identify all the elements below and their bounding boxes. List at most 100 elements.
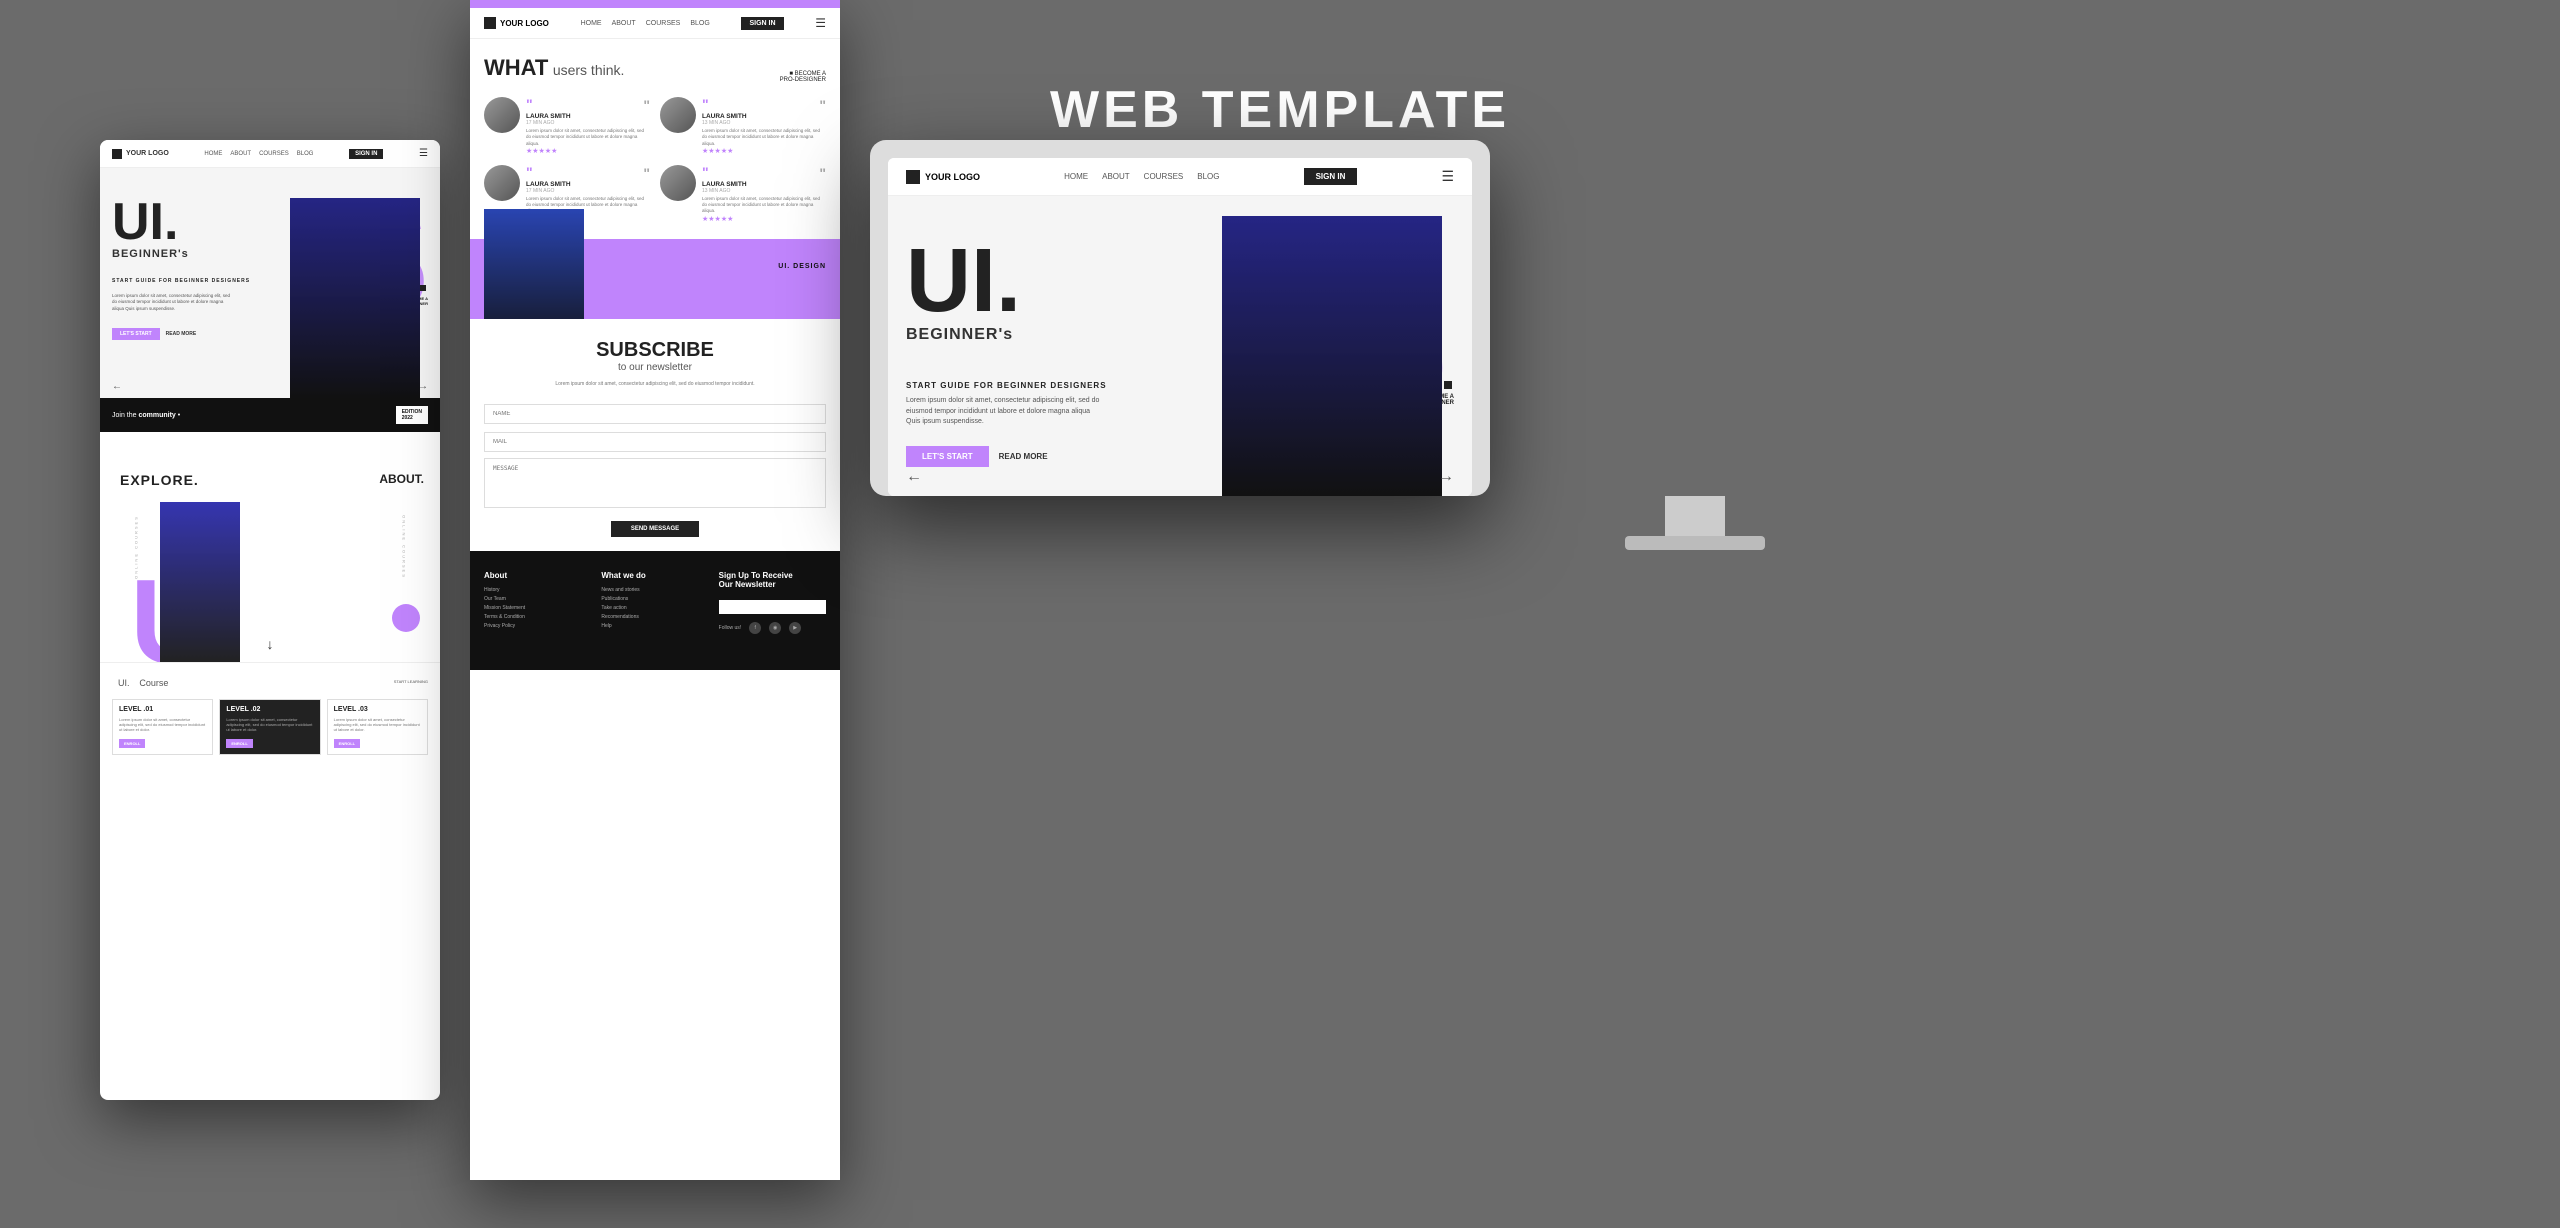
browser-section-header: WHAT users think. ■ BECOME APRO-DESIGNER [484, 55, 826, 83]
mobile-signin-button[interactable]: SIGN IN [349, 149, 383, 159]
browser-testimonial-1-avatar-img [484, 97, 520, 133]
browser-nav-about[interactable]: ABOUT [612, 20, 636, 27]
mobile-community-bar: Join the community • EDITION 2022 [100, 398, 440, 432]
browser-facebook-icon[interactable]: f [749, 622, 761, 634]
mobile-figure [290, 198, 420, 398]
mobile-nav-home[interactable]: HOME [204, 151, 222, 157]
browser-subscribe-desc: Lorem ipsum dolor sit amet, consectetur … [484, 381, 826, 388]
browser-t4-quote-open: " [702, 165, 709, 181]
browser-footer: About HistoryOur TeamMission StatementTe… [470, 551, 840, 670]
browser-footer-about: About HistoryOur TeamMission StatementTe… [484, 571, 591, 634]
browser-hamburger-icon[interactable]: ☰ [815, 16, 826, 30]
browser-t1-text: Lorem ipsum dolor sit amet, consectetur … [526, 128, 650, 147]
monitor-arrow-right-icon[interactable]: → [1438, 468, 1454, 486]
browser-testimonial-1-avatar [484, 97, 520, 133]
mobile-level-3-btn[interactable]: ENROLL [334, 739, 360, 748]
browser-t1-quote-open: " [526, 97, 533, 113]
mobile-nav-courses[interactable]: COURSES [259, 151, 289, 157]
mobile-figure-image [290, 198, 420, 398]
monitor-arrows: ← → [888, 468, 1472, 486]
browser-nav-blog[interactable]: BLOG [690, 20, 709, 27]
monitor-nav-courses[interactable]: COURSES [1144, 172, 1184, 181]
mobile-nav: YOUR LOGO HOME ABOUT COURSES BLOG SIGN I… [100, 140, 440, 168]
monitor-figure [1222, 216, 1442, 496]
mobile-explore-circle [392, 604, 420, 632]
browser-testimonial-1: " " LAURA SMITH 17 MIN AGO Lorem ipsum d… [484, 97, 650, 155]
mobile-hero-buttons: LET'S START READ MORE [112, 328, 196, 340]
browser-testimonial-4-content: " " LAURA SMITH 13 MIN AGO Lorem ipsum d… [660, 165, 826, 223]
monitor-beginner: BEGINNER's [906, 326, 1021, 344]
mobile-arrow-right-icon[interactable]: → [418, 381, 428, 392]
monitor-screen: YOUR LOGO HOME ABOUT COURSES BLOG SIGN I… [888, 158, 1472, 496]
monitor-start-button[interactable]: LET'S START [906, 446, 989, 467]
mobile-start-button[interactable]: LET'S START [112, 328, 160, 340]
browser-subscribe-section: SUBSCRIBE to our newsletter Lorem ipsum … [470, 319, 840, 551]
browser-mail-input[interactable] [484, 432, 826, 452]
browser-t3-quote-open: " [526, 165, 533, 181]
browser-newsletter-input[interactable] [719, 600, 826, 614]
mobile-nav-links: HOME ABOUT COURSES BLOG [204, 151, 313, 157]
browser-logo-text: YOUR LOGO [500, 19, 549, 28]
browser-t4-name: LAURA SMITH [702, 181, 826, 188]
mobile-level-1-title: LEVEL .01 [119, 706, 206, 713]
mobile-level-card-2: LEVEL .02 Lorem ipsum dolor sit amet, co… [219, 699, 320, 755]
browser-t2-quote-open: " [702, 97, 709, 113]
browser-footer-what-title: What we do [601, 571, 708, 580]
mobile-level-card-3: LEVEL .03 Lorem ipsum dolor sit amet, co… [327, 699, 428, 755]
browser-youtube-icon[interactable]: ▶ [789, 622, 801, 634]
browser-nav-home[interactable]: HOME [581, 20, 602, 27]
mobile-courses-section: UI. Course START LEARNING LEVEL .01 Lore… [100, 662, 440, 765]
monitor-nav-links: HOME ABOUT COURSES BLOG [1064, 172, 1219, 181]
monitor-nav-about[interactable]: ABOUT [1102, 172, 1130, 181]
browser-testimonial-1-content: " " LAURA SMITH 17 MIN AGO Lorem ipsum d… [484, 97, 650, 155]
mobile-read-button[interactable]: READ MORE [166, 331, 197, 337]
mobile-logo: YOUR LOGO [112, 149, 169, 159]
browser-signin-button[interactable]: SIGN IN [741, 17, 783, 30]
monitor-nav-blog[interactable]: BLOG [1197, 172, 1219, 181]
mobile-hamburger-icon[interactable]: ☰ [419, 148, 428, 159]
monitor-signin-button[interactable]: SIGN IN [1304, 168, 1358, 185]
page-title: WEB TEMPLATE [1050, 80, 1510, 140]
browser-send-button[interactable]: SEND MESSAGE [611, 521, 699, 537]
browser-testimonial-2-avatar-img [660, 97, 696, 133]
monitor-hamburger-icon[interactable]: ☰ [1441, 168, 1454, 185]
browser-t3-time: 17 MIN AGO [526, 188, 650, 194]
browser-footer-whatwedo: What we do News and storiesPublicationsT… [601, 571, 708, 634]
monitor-read-button[interactable]: READ MORE [999, 452, 1048, 461]
browser-testimonial-1-body: " " LAURA SMITH 17 MIN AGO Lorem ipsum d… [526, 97, 650, 155]
browser-nav-courses[interactable]: COURSES [646, 20, 681, 27]
mobile-level-1-btn[interactable]: ENROLL [119, 739, 145, 748]
browser-what-bold: WHAT [484, 55, 548, 80]
browser-testimonial-4-avatar [660, 165, 696, 201]
monitor-stand [1665, 496, 1725, 536]
mobile-level-card-1: LEVEL .01 Lorem ipsum dolor sit amet, co… [112, 699, 213, 755]
monitor-body: YOUR LOGO HOME ABOUT COURSES BLOG SIGN I… [870, 140, 1490, 496]
mobile-become-icon [420, 285, 426, 291]
mobile-nav-blog[interactable]: BLOG [297, 151, 314, 157]
browser-band-text: UI. DESIGN [778, 263, 826, 270]
browser-what-sub: users think. [553, 62, 625, 78]
browser-name-input[interactable] [484, 404, 826, 424]
monitor-ui-big: UI. [906, 236, 1021, 326]
browser-logo: YOUR LOGO [484, 17, 549, 29]
mobile-start-learning[interactable]: START LEARNING [394, 679, 428, 684]
browser-logo-icon [484, 17, 496, 29]
mobile-arrow-left-icon[interactable]: ← [112, 381, 122, 392]
mobile-nav-about[interactable]: ABOUT [230, 151, 251, 157]
monitor-figure-image [1222, 216, 1442, 496]
mobile-level-1-desc: Lorem ipsum dolor sit amet, consectetur … [119, 717, 206, 733]
browser-message-input[interactable] [484, 458, 826, 508]
mobile-level-2-btn[interactable]: ENROLL [226, 739, 252, 748]
monitor-hero-desc: Lorem ipsum dolor sit amet, consectetur … [906, 396, 1106, 428]
browser-instagram-icon[interactable]: ◉ [769, 622, 781, 634]
browser-t1-quote-close: " [643, 97, 650, 113]
mobile-explore: ONLINE COURSES ONLINE COURSES EXPLORE. A… [100, 432, 440, 662]
browser-t2-name: LAURA SMITH [702, 113, 826, 120]
monitor-base [1625, 536, 1765, 550]
monitor-arrow-left-icon[interactable]: ← [906, 468, 922, 486]
monitor-logo: YOUR LOGO [906, 170, 980, 184]
mobile-level-2-desc: Lorem ipsum dolor sit amet, consectetur … [226, 717, 313, 733]
monitor-nav-home[interactable]: HOME [1064, 172, 1088, 181]
browser-t2-quote-close: " [819, 97, 826, 113]
browser-become-icon: ■ [789, 71, 793, 77]
